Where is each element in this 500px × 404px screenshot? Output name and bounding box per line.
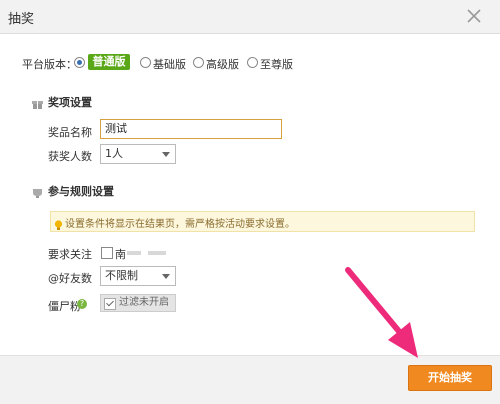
rules-tip-text: 设置条件将显示在结果页，需严格按活动要求设置。 [65, 219, 295, 230]
rules-tip-box: 设置条件将显示在结果页，需严格按活动要求设置。 [50, 211, 475, 232]
follow-option-label: 南 [115, 248, 126, 261]
help-icon[interactable]: ? [77, 299, 87, 309]
winner-count-value: 1人 [105, 147, 123, 160]
follow-label: 要求关注 [48, 248, 92, 261]
prize-name-label: 奖品名称 [48, 126, 92, 139]
friends-label: @好友数 [48, 272, 92, 285]
cup-icon [32, 184, 43, 198]
gift-icon [32, 95, 43, 109]
friends-count-select[interactable]: 不限制 [100, 266, 176, 286]
winner-count-label: 获奖人数 [48, 150, 92, 163]
start-draw-button[interactable]: 开始抽奖 [408, 365, 492, 391]
platform-option-premium[interactable]: 至尊版 [260, 56, 293, 72]
chevron-down-icon [162, 152, 170, 157]
platform-radio-premium[interactable] [247, 57, 258, 68]
platform-radio-basic[interactable] [140, 57, 151, 68]
dialog-title: 抽奖 [8, 12, 35, 27]
platform-option-advanced[interactable]: 高级版 [206, 56, 239, 72]
zombie-filter-toggle[interactable]: 过滤未开启 [100, 294, 176, 312]
platform-radio-advanced[interactable] [193, 57, 204, 68]
dialog-titlebar: 抽奖 [0, 0, 500, 34]
rules-section-title: 参与规则设置 [48, 185, 114, 198]
platform-radio-standard[interactable] [74, 57, 85, 68]
lightbulb-icon [54, 216, 63, 230]
follow-checkbox[interactable] [101, 247, 113, 259]
follow-option-blur-2 [148, 251, 166, 255]
close-icon[interactable] [464, 6, 484, 26]
platform-label: 平台版本： [22, 58, 77, 71]
follow-option-blur [127, 251, 141, 255]
zombie-filter-text: 过滤未开启 [119, 297, 169, 308]
zombie-label: 僵尸粉 [48, 300, 81, 313]
friends-count-value: 不限制 [105, 269, 138, 282]
platform-option-basic[interactable]: 基础版 [153, 56, 186, 72]
platform-option-standard[interactable]: 普通版 [88, 54, 130, 70]
chevron-down-icon [162, 274, 170, 279]
prize-section-title: 奖项设置 [48, 96, 92, 109]
prize-name-input[interactable]: 测试 [100, 119, 282, 139]
winner-count-select[interactable]: 1人 [100, 144, 176, 164]
checkmark-icon [104, 298, 116, 310]
